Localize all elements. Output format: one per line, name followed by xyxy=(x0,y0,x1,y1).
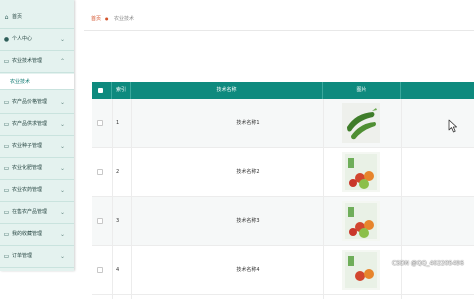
watermark: CSDN @QQ_402205496 xyxy=(392,260,464,267)
sidebar-item-label: 农业农药管理 xyxy=(12,187,43,193)
chevron-down-icon: ⌄ xyxy=(60,187,66,194)
column-divider xyxy=(131,99,132,299)
row-checkbox[interactable] xyxy=(97,267,103,273)
sidebar-item-label: 订单管理 xyxy=(12,253,33,259)
sidebar-item-label: 在售农产品管理 xyxy=(12,209,48,215)
sidebar-subitem-tech[interactable]: 农业技术 xyxy=(0,74,74,90)
row-index: 1 xyxy=(116,120,120,126)
breadcrumb-divider xyxy=(84,30,474,31)
chevron-down-icon: ⌄ xyxy=(60,253,66,260)
table-row: 1 技术名称1 xyxy=(92,99,474,148)
select-all-checkbox[interactable] xyxy=(98,88,103,93)
header-index: 索引 xyxy=(112,82,131,99)
row-tech-name: 技术名称1 xyxy=(236,120,260,126)
row-tech-name: 技术名称4 xyxy=(236,267,260,273)
column-divider xyxy=(323,99,324,299)
sidebar-item-label: 农产品价格管理 xyxy=(12,99,48,105)
chat-icon: ▭ xyxy=(3,253,10,260)
chat-icon: ▭ xyxy=(3,187,10,194)
sidebar-item-order-management[interactable]: ▭ 订单管理 ⌄ xyxy=(0,246,74,268)
sidebar-item-label: 农业种子管理 xyxy=(12,143,43,149)
column-divider xyxy=(112,99,113,299)
chat-icon: ▭ xyxy=(3,121,10,128)
column-divider xyxy=(401,99,402,299)
sidebar-item-pesticide-management[interactable]: ▭ 农业农药管理 ⌄ xyxy=(0,180,74,202)
sidebar-item-personal-center[interactable]: ● 个人中心 ⌄ xyxy=(0,29,74,51)
row-checkbox[interactable] xyxy=(97,120,103,126)
chat-icon: ▭ xyxy=(3,99,10,106)
chevron-down-icon: ⌄ xyxy=(60,209,66,216)
chevron-down-icon: ⌄ xyxy=(60,231,66,238)
user-icon: ● xyxy=(3,36,10,43)
row-image-book-cover[interactable] xyxy=(342,152,380,192)
chevron-down-icon: ⌄ xyxy=(60,99,66,106)
chevron-down-icon: ⌄ xyxy=(60,165,66,172)
sidebar-item-label: 农业技术管理 xyxy=(12,58,43,64)
sidebar-item-tech-management[interactable]: ▭ 农业技术管理 ⌃ xyxy=(0,51,74,73)
row-tech-name: 技术名称3 xyxy=(236,218,260,224)
sidebar-item-fertilizer-management[interactable]: ▭ 农业化肥管理 ⌄ xyxy=(0,158,74,180)
row-index: 3 xyxy=(116,218,120,224)
home-icon: ⌂ xyxy=(4,14,9,21)
row-tech-name: 技术名称2 xyxy=(236,169,260,175)
header-tech-name: 技术名称 xyxy=(131,82,323,99)
sidebar-item-onsale-management[interactable]: ▭ 在售农产品管理 ⌄ xyxy=(0,202,74,224)
header-actions xyxy=(401,82,474,99)
sidebar-item-label: 农业化肥管理 xyxy=(12,165,43,171)
chat-icon: ▭ xyxy=(3,143,10,150)
chat-icon: ▭ xyxy=(3,231,10,238)
sidebar-item-seed-management[interactable]: ▭ 农业种子管理 ⌄ xyxy=(0,136,74,158)
sidebar: ⌂ 首页 ● 个人中心 ⌄ ▭ 农业技术管理 ⌃ 农业技术 ▭ 农产品价格管理 … xyxy=(0,0,74,271)
chat-icon: ▭ xyxy=(3,165,10,172)
sidebar-item-supply-management[interactable]: ▭ 农产品供求管理 ⌄ xyxy=(0,114,74,136)
sidebar-item-price-management[interactable]: ▭ 农产品价格管理 ⌄ xyxy=(0,92,74,114)
row-image-cucumber[interactable] xyxy=(342,103,380,143)
sidebar-item-label: 首页 xyxy=(12,14,23,20)
row-checkbox[interactable] xyxy=(97,218,103,224)
row-index: 2 xyxy=(116,169,120,175)
chevron-up-icon: ⌃ xyxy=(60,58,66,65)
row-image-book-cover[interactable] xyxy=(342,250,380,290)
chat-icon: ▭ xyxy=(3,209,10,216)
header-select-all-cell xyxy=(92,82,112,99)
row-image-book-cover[interactable] xyxy=(342,201,380,241)
mouse-cursor-icon xyxy=(448,118,460,133)
breadcrumb-current: 农业技术 xyxy=(114,16,135,22)
sidebar-item-label: 我的收藏管理 xyxy=(12,231,43,237)
chevron-down-icon: ⌄ xyxy=(60,36,66,43)
row-checkbox[interactable] xyxy=(97,169,103,175)
sidebar-item-label: 农产品供求管理 xyxy=(12,121,48,127)
sidebar-item-favorites-management[interactable]: ▭ 我的收藏管理 ⌄ xyxy=(0,224,74,246)
breadcrumb-home[interactable]: 首页 xyxy=(91,15,101,23)
header-image: 图片 xyxy=(323,82,401,99)
sidebar-item-home[interactable]: ⌂ 首页 xyxy=(0,7,74,29)
table-row: 2 技术名称2 xyxy=(92,148,474,197)
chat-icon: ▭ xyxy=(3,58,10,65)
row-index: 4 xyxy=(116,267,120,273)
chevron-down-icon: ⌄ xyxy=(60,121,66,128)
table-row: 3 技术名称3 xyxy=(92,197,474,246)
sidebar-subitem-label: 农业技术 xyxy=(10,79,31,85)
table-header: 索引 技术名称 图片 xyxy=(92,82,474,99)
breadcrumb-separator-icon: ● xyxy=(105,16,109,21)
breadcrumb: 首页 ● 农业技术 xyxy=(84,12,474,28)
chevron-down-icon: ⌄ xyxy=(60,143,66,150)
sidebar-item-label: 个人中心 xyxy=(12,36,33,42)
